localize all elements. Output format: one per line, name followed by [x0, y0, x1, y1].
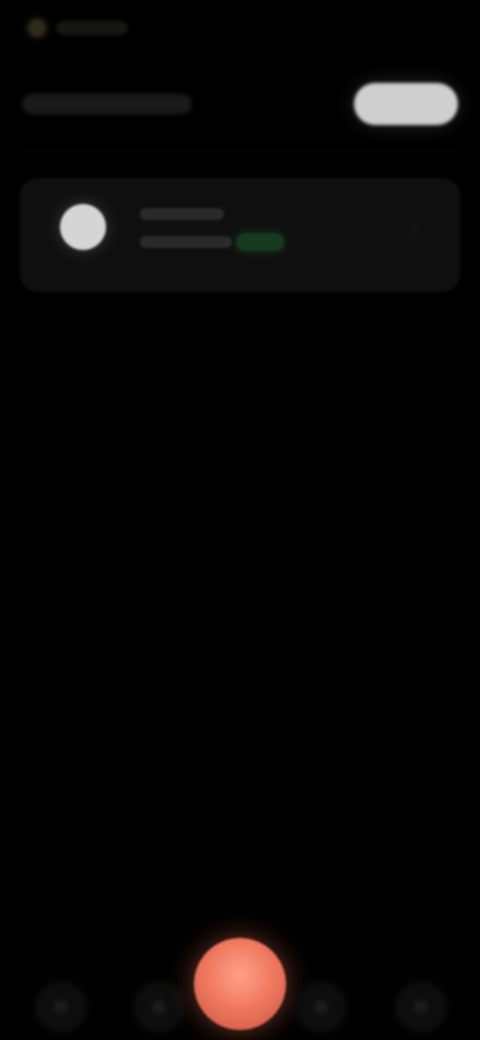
bottom-navigation [0, 890, 480, 1040]
chevron-right-icon [401, 221, 419, 239]
nav-profile-button[interactable] [396, 982, 446, 1032]
header [22, 72, 458, 136]
status-dot-icon [28, 19, 46, 37]
app-screen [0, 0, 480, 1040]
nav-home-button[interactable] [36, 982, 86, 1032]
status-text [56, 21, 128, 35]
status-badge [236, 233, 284, 251]
card-subtitle [140, 236, 232, 248]
record-button[interactable] [194, 938, 286, 1030]
top-status-area [28, 16, 128, 40]
avatar-icon [60, 204, 106, 250]
divider [22, 150, 458, 151]
status-card[interactable] [20, 178, 460, 292]
nav-search-button[interactable] [134, 982, 184, 1032]
card-title [140, 208, 224, 220]
nav-library-button[interactable] [296, 982, 346, 1032]
header-title [22, 94, 192, 114]
header-action-button[interactable] [354, 83, 458, 125]
